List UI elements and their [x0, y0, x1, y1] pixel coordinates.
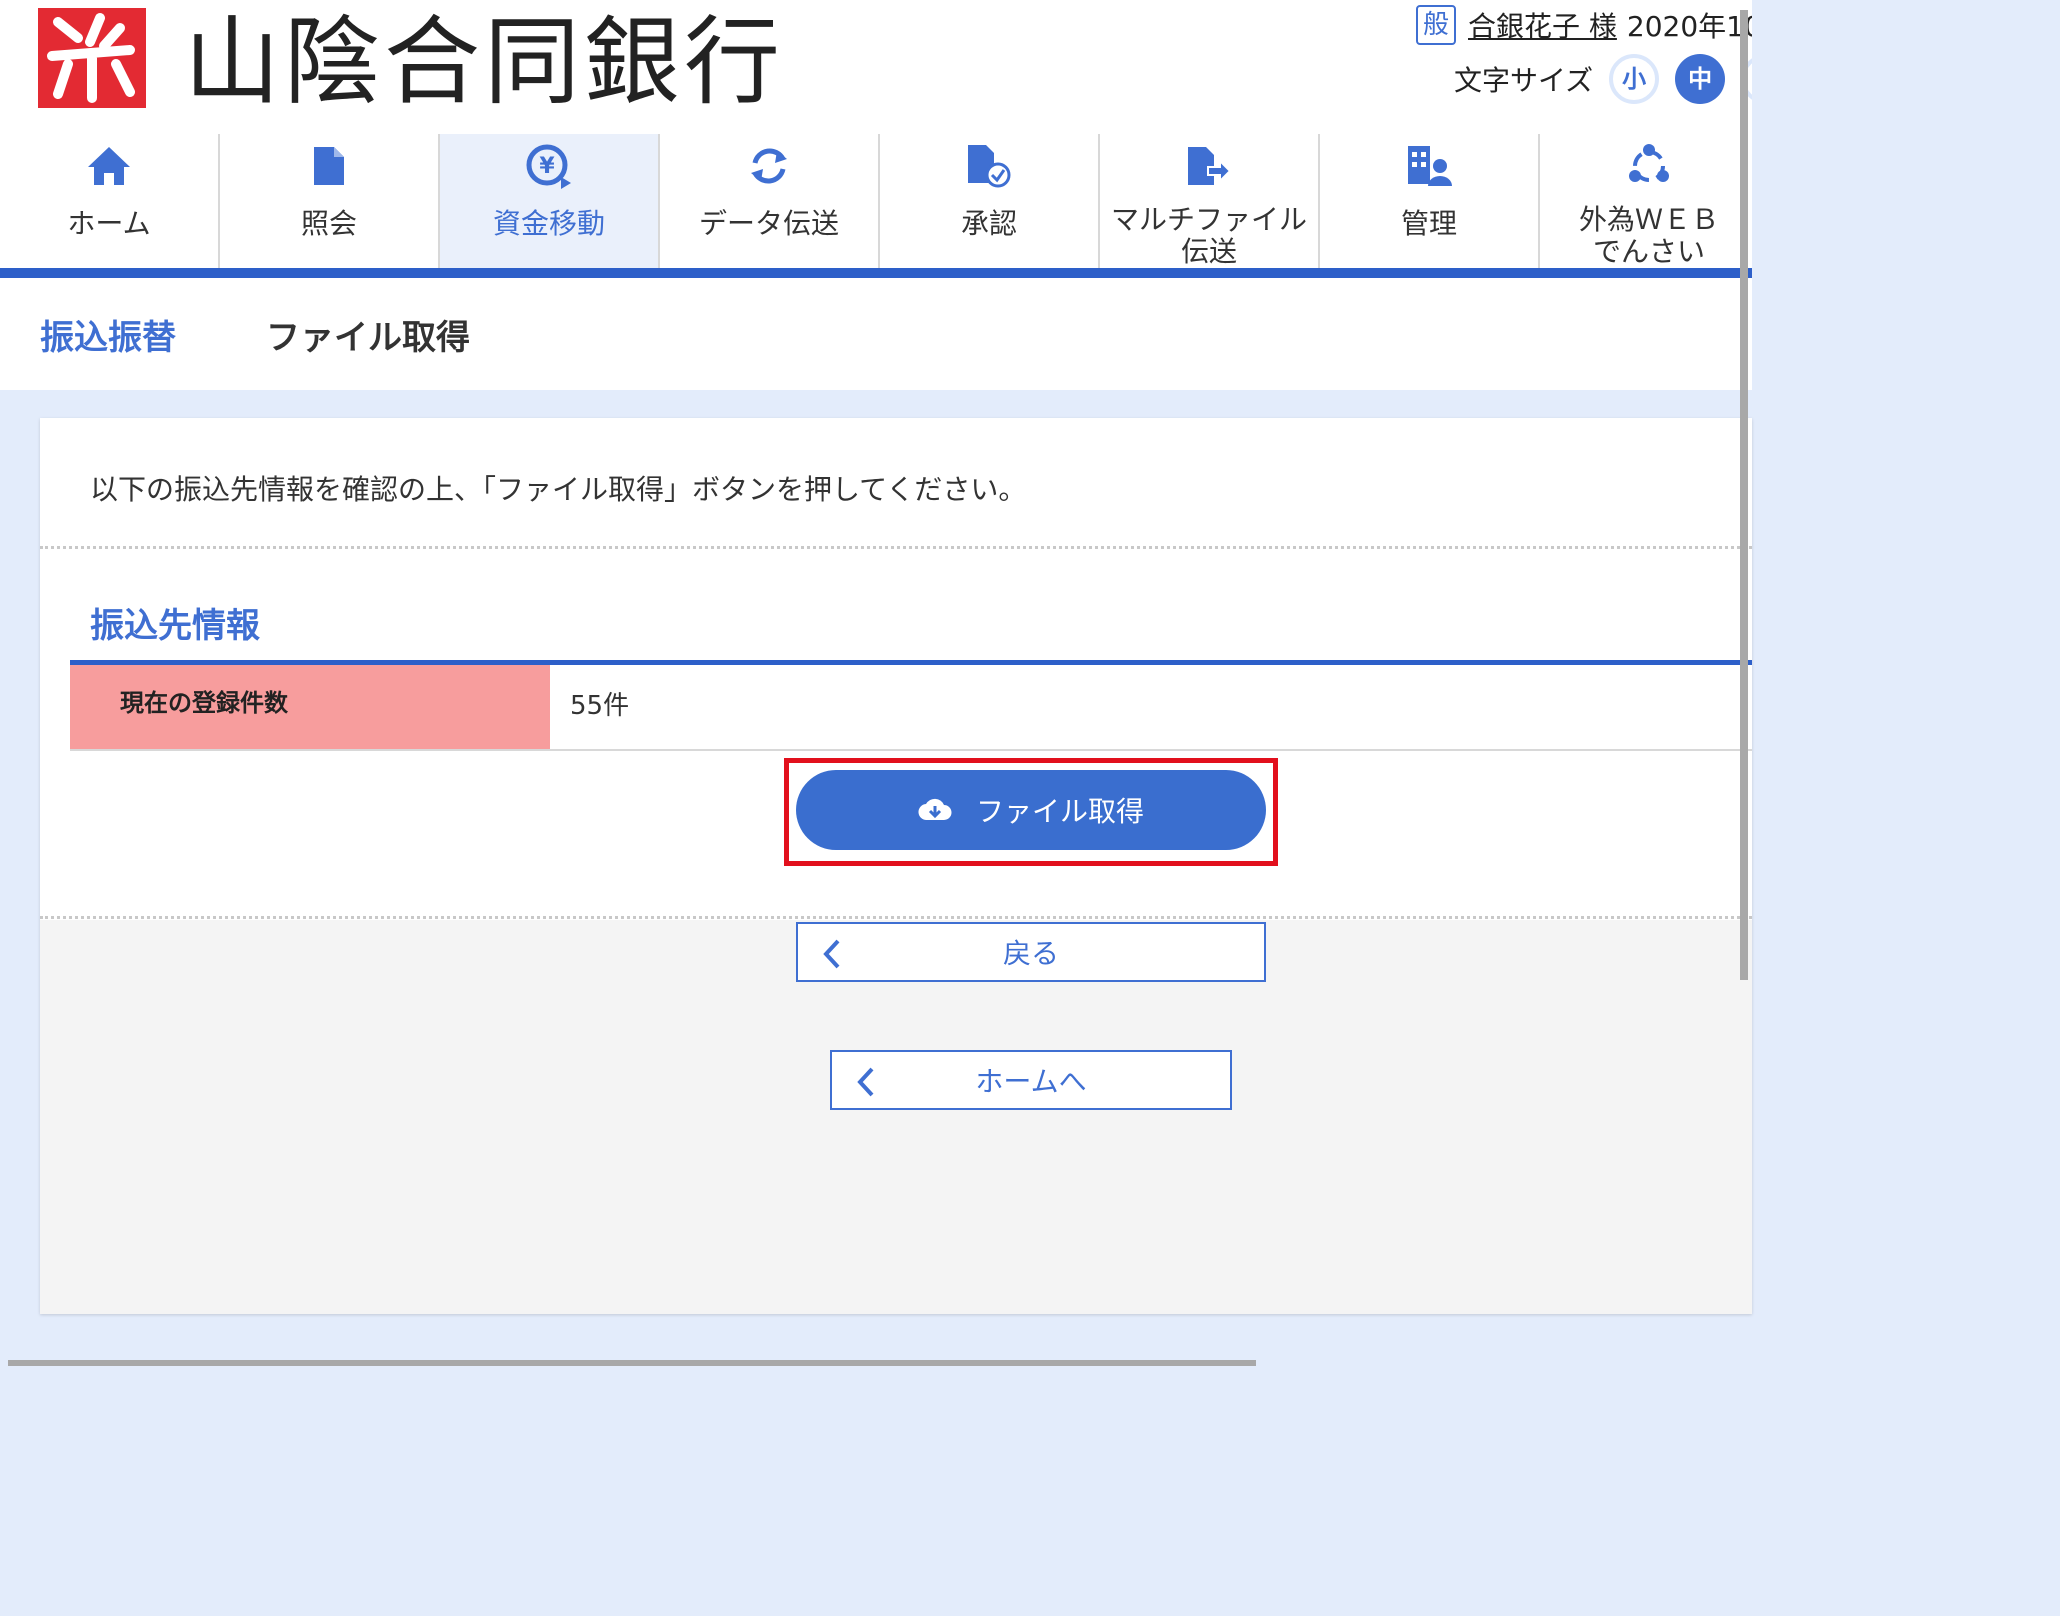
- info-table: 現在の登録件数 55件: [70, 660, 1752, 751]
- nav-item-management[interactable]: 管理: [1320, 134, 1540, 272]
- divider: [40, 546, 1752, 549]
- table-row: 現在の登録件数 55件: [70, 665, 1752, 749]
- global-nav: ホーム 照会 ¥ 資金移動 データ伝送 承認 マルチファイル 伝送 管理 外為Ｗ…: [0, 134, 1752, 272]
- file-download-label: ファイル取得: [975, 796, 1144, 827]
- title-bar: 振込振替 ファイル取得: [0, 280, 1752, 390]
- header: 山陰合同銀行 般 合銀花子 様 2020年10 文字サイズ 小 中 ホーム 照会…: [0, 0, 1752, 280]
- back-button[interactable]: 戻る: [796, 922, 1266, 982]
- file-download-button[interactable]: ファイル取得: [796, 770, 1266, 850]
- network-icon: [1625, 140, 1673, 192]
- font-size-small-button[interactable]: 小: [1609, 54, 1660, 104]
- user-info: 般 合銀花子 様 2020年10: [1416, 5, 1752, 45]
- divider: [40, 916, 1752, 919]
- nav-label: ホーム: [67, 207, 151, 240]
- section-title: 振込先情報: [90, 606, 260, 646]
- main-card: 以下の振込先情報を確認の上、「ファイル取得」ボタンを押してください。 振込先情報…: [40, 418, 1752, 1314]
- nav-label: マルチファイル 伝送: [1100, 204, 1318, 268]
- nav-item-multi-file-transmission[interactable]: マルチファイル 伝送: [1100, 134, 1320, 272]
- home-icon: [85, 140, 133, 192]
- horizontal-scrollbar[interactable]: [8, 1360, 1256, 1366]
- font-size-label: 文字サイズ: [1454, 64, 1594, 97]
- nav-label: データ伝送: [698, 207, 839, 240]
- refresh-icon: [745, 140, 793, 192]
- nav-label: 承認: [960, 207, 1017, 240]
- file-transfer-icon: [1185, 140, 1233, 192]
- registration-count-value: 55件: [570, 691, 630, 721]
- page-title: ファイル取得: [266, 318, 470, 358]
- bank-logo: [38, 8, 146, 108]
- home-button-label: ホームへ: [975, 1065, 1087, 1098]
- font-size-selector: 文字サイズ 小 中: [1454, 54, 1752, 104]
- vertical-scrollbar[interactable]: [1740, 10, 1748, 980]
- chevron-left-icon: [856, 1066, 876, 1105]
- role-badge: 般: [1416, 5, 1456, 45]
- nav-bottom-bar: [0, 268, 1752, 278]
- svg-text:¥: ¥: [539, 154, 555, 179]
- nav-label-line2: 伝送: [1180, 235, 1237, 268]
- nav-label: 照会: [300, 207, 357, 240]
- nav-item-fund-transfer[interactable]: ¥ 資金移動: [440, 134, 660, 272]
- nav-item-approval[interactable]: 承認: [880, 134, 1100, 272]
- login-date: 2020年10: [1626, 10, 1752, 43]
- nav-item-data-transmission[interactable]: データ伝送: [660, 134, 880, 272]
- breadcrumb: 振込振替: [40, 318, 176, 358]
- cloud-download-icon: [918, 798, 952, 822]
- bank-name: 山陰合同銀行: [184, 6, 784, 118]
- back-button-label: 戻る: [1002, 937, 1059, 970]
- nav-label-line1: マルチファイル: [1110, 203, 1307, 236]
- nav-label-line1: 外為ＷＥＢ: [1578, 203, 1719, 236]
- document-check-icon: [965, 140, 1013, 192]
- nav-label: 外為ＷＥＢ でんさい: [1540, 204, 1752, 268]
- nav-label: 資金移動: [492, 207, 605, 240]
- font-size-medium-button[interactable]: 中: [1675, 54, 1726, 104]
- building-user-icon: [1405, 140, 1453, 192]
- nav-label: 管理: [1400, 207, 1457, 240]
- home-button[interactable]: ホームへ: [830, 1050, 1232, 1110]
- nav-label-line2: でんさい: [1592, 235, 1705, 268]
- nav-item-forex-densai[interactable]: 外為ＷＥＢ でんさい: [1540, 134, 1752, 272]
- document-icon: [305, 140, 353, 192]
- nav-item-inquiry[interactable]: 照会: [220, 134, 440, 272]
- yen-transfer-icon: ¥: [525, 140, 573, 192]
- instruction-text: 以下の振込先情報を確認の上、「ファイル取得」ボタンを押してください。: [90, 473, 1027, 506]
- chevron-left-icon: [822, 938, 842, 977]
- registration-count-label: 現在の登録件数: [70, 665, 550, 749]
- user-name-link[interactable]: 合銀花子 様: [1468, 5, 1617, 45]
- nav-item-home[interactable]: ホーム: [0, 134, 220, 272]
